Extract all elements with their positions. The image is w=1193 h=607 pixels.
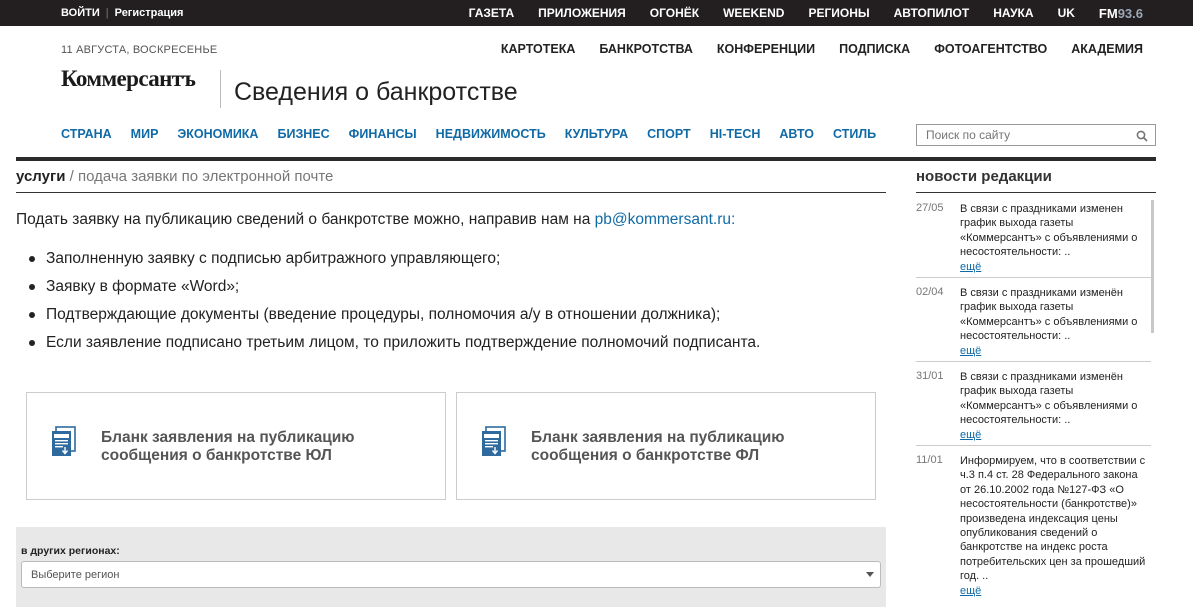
email-link[interactable]: pb@kommersant.ru [595,211,731,228]
rubric-nedvizhimost[interactable]: НЕДВИЖИМОСТЬ [436,127,546,141]
list-item: Заявку в формате «Word»; [28,278,760,306]
card-title[interactable]: Бланк заявления на публикацию сообщения … [101,429,431,465]
rubric-biznes[interactable]: БИЗНЕС [277,127,329,141]
auth-separator: | [105,7,109,19]
document-download-icon [51,426,77,463]
site-link-nauka[interactable]: НАУКА [993,6,1033,20]
site-link-gazeta[interactable]: ГАЗЕТА [469,6,514,20]
nav-bankrotstva[interactable]: БАНКРОТСТВА [599,42,693,56]
rubric-sport[interactable]: СПОРТ [647,127,691,141]
rubric-mir[interactable]: МИР [131,127,159,141]
nav-kartoteka[interactable]: КАРТОТЕКА [501,42,576,56]
nav-konferentsii[interactable]: КОНФЕРЕНЦИИ [717,42,815,56]
rubric-ekonomika[interactable]: ЭКОНОМИКА [177,127,258,141]
breadcrumb-separator: / [69,168,74,185]
current-date: 11 АВГУСТА, ВОСКРЕСЕНЬЕ [61,44,218,56]
news-heading: новости редакции [916,168,1052,185]
fm-radio-link[interactable]: FM93.6 [1099,6,1143,21]
site-link-weekend[interactable]: WEEKEND [723,6,784,20]
list-item: Заполненную заявку с подписью арбитражно… [28,250,760,278]
card-title[interactable]: Бланк заявления на публикацию сообщения … [531,429,861,465]
breadcrumb-root[interactable]: услуги [16,168,65,185]
register-link[interactable]: Регистрация [115,7,184,19]
rubric-hitech[interactable]: HI-TECH [710,127,761,141]
region-select-placeholder: Выберите регион [31,569,120,581]
news-text[interactable]: В связи с праздниками изменён график вых… [960,371,1137,426]
site-link-prilozheniya[interactable]: ПРИЛОЖЕНИЯ [538,6,626,20]
news-divider [916,361,1151,362]
fm-frequency: 93.6 [1117,5,1143,21]
intro-text: Подать заявку на публикацию сведений о б… [16,211,595,228]
news-divider [916,277,1151,278]
intro-suffix: : [730,211,736,228]
news-date: 31/01 [916,370,944,382]
news-more-link[interactable]: ещё [960,584,1150,598]
nav-podpiska[interactable]: ПОДПИСКА [839,42,910,56]
news-more-link[interactable]: ещё [960,428,1150,442]
regions-label: в других регионах: [21,545,120,557]
secondary-nav: КАРТОТЕКА БАНКРОТСТВА КОНФЕРЕНЦИИ ПОДПИС… [477,42,1143,56]
site-link-ogonek[interactable]: ОГОНЁК [650,6,699,20]
news-text[interactable]: В связи с праздниками изменён график вых… [960,287,1137,342]
login-link[interactable]: ВОЙТИ [61,7,100,19]
rubric-finansy[interactable]: ФИНАНСЫ [349,127,417,141]
sites-nav: ГАЗЕТА ПРИЛОЖЕНИЯ ОГОНЁК WEEKEND РЕГИОНЫ… [445,0,1143,26]
breadcrumb-underline [16,192,886,193]
news-more-link[interactable]: ещё [960,344,1150,358]
document-download-icon [481,426,507,463]
rubric-kultura[interactable]: КУЛЬТУРА [565,127,628,141]
news-date: 02/04 [916,286,944,298]
news-heading-underline [916,192,1156,193]
news-date: 27/05 [916,202,944,214]
logo-divider [220,70,221,108]
rubrics-nav: СТРАНА МИР ЭКОНОМИКА БИЗНЕС ФИНАНСЫ НЕДВ… [61,127,895,141]
breadcrumb-current: подача заявки по электронной почте [77,168,334,185]
news-more-link[interactable]: ещё [960,260,1150,274]
news-text[interactable]: В связи с праздниками изменен график вых… [960,203,1137,258]
site-link-regiony[interactable]: РЕГИОНЫ [808,6,869,20]
nav-fotoagentstvo[interactable]: ФОТОАГЕНТСТВО [934,42,1047,56]
site-search [916,124,1156,146]
nav-akademiya[interactable]: АКАДЕМИЯ [1071,42,1143,56]
rubric-stil[interactable]: СТИЛЬ [833,127,876,141]
search-icon[interactable] [1136,129,1148,147]
news-text[interactable]: Информируем, что в соответствии с ч.3 п.… [960,455,1145,582]
news-divider [916,445,1151,446]
download-form-card-individual[interactable]: Бланк заявления на публикацию сообщения … [456,392,876,500]
fm-label: FM [1098,5,1118,21]
news-date: 11/01 [916,454,943,466]
breadcrumb: услуги / подача заявки по электронной по… [16,168,333,185]
list-item: Если заявление подписано третьим лицом, … [28,334,760,362]
rubric-strana[interactable]: СТРАНА [61,127,112,141]
rubric-avto[interactable]: АВТО [779,127,814,141]
region-select[interactable]: Выберите регион [21,561,881,588]
chevron-down-icon[interactable] [866,572,874,577]
requirements-list: Заполненную заявку с подписью арбитражно… [28,250,760,362]
list-item: Подтверждающие документы (введение проце… [28,306,760,334]
auth-links: ВОЙТИ | Регистрация [61,0,183,26]
site-link-avtopilot[interactable]: АВТОПИЛОТ [894,6,970,20]
regions-panel: в других регионах: Выберите регион [16,527,886,607]
news-list: 27/05 В связи с праздниками изменен граф… [916,196,1156,607]
search-input[interactable] [917,125,1127,145]
section-title: Сведения о банкротстве [234,78,518,106]
news-scrollbar[interactable] [1151,200,1154,333]
site-link-uk[interactable]: UK [1058,6,1075,20]
site-logo[interactable]: Коммерсантъ [61,66,196,92]
header-divider [16,157,1156,161]
download-form-card-legal[interactable]: Бланк заявления на публикацию сообщения … [26,392,446,500]
intro-paragraph: Подать заявку на публикацию сведений о б… [16,211,735,229]
top-bar: ВОЙТИ | Регистрация ГАЗЕТА ПРИЛОЖЕНИЯ ОГ… [0,0,1193,26]
